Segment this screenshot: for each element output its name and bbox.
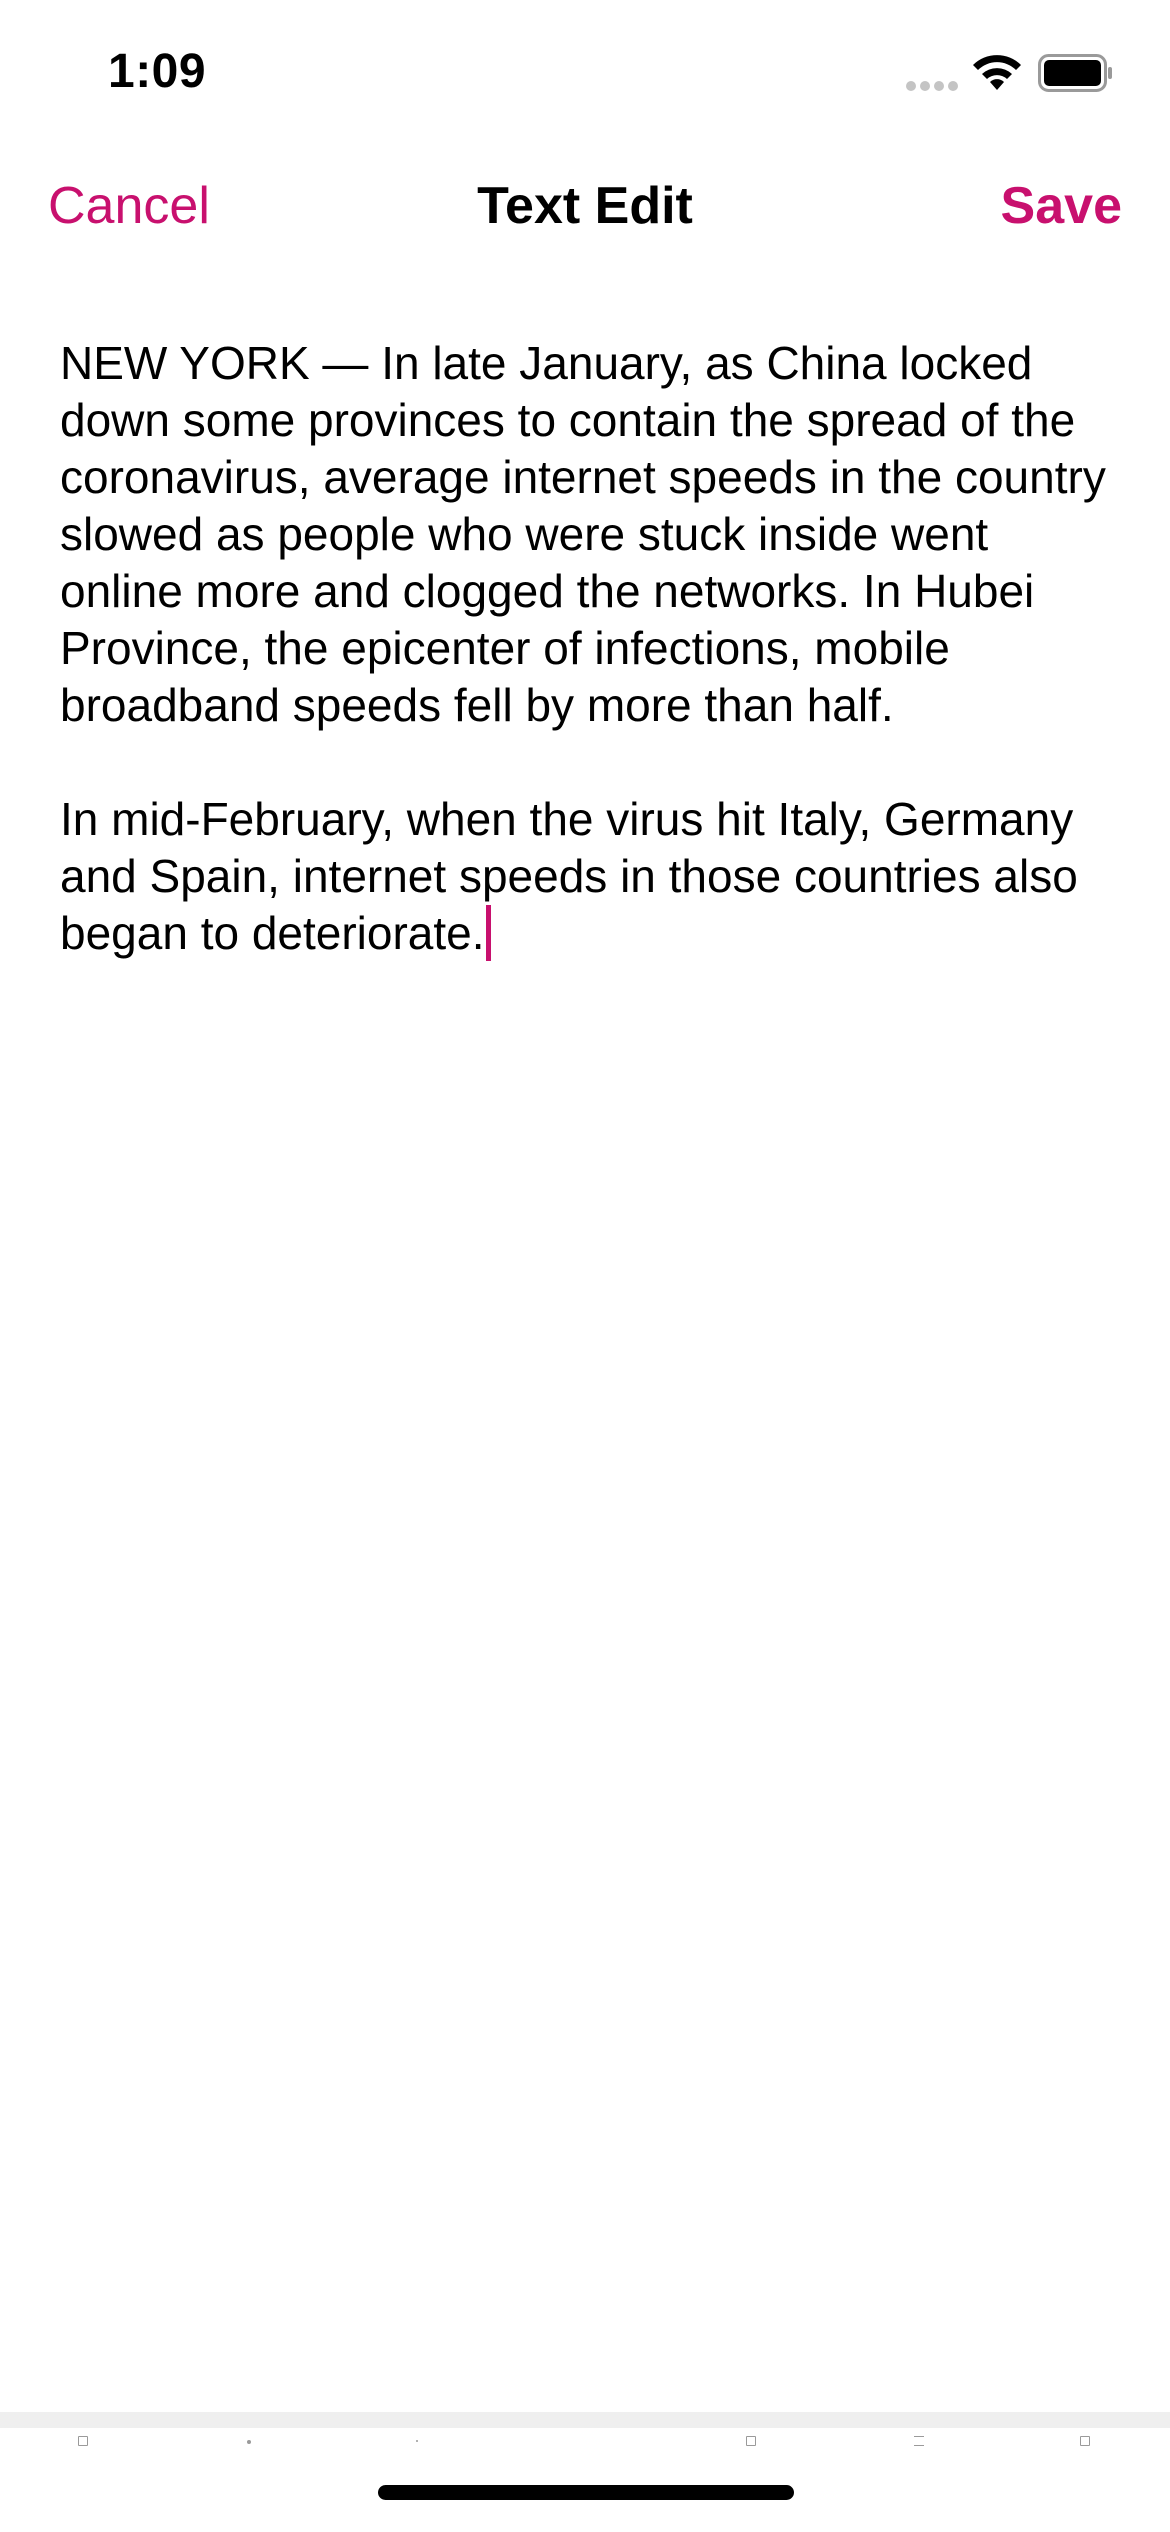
wifi-icon bbox=[973, 55, 1021, 90]
status-bar: 1:09 bbox=[0, 0, 1170, 150]
image-icon[interactable] bbox=[78, 2436, 88, 2446]
editor-paragraph-text: In mid-February, when the virus hit Ital… bbox=[60, 793, 1078, 959]
battery-icon bbox=[1038, 54, 1112, 92]
text-editor[interactable]: NEW YORK — In late January, as China loc… bbox=[60, 335, 1120, 962]
dot-icon[interactable] bbox=[416, 2440, 418, 2442]
keyboard-toolbar-strip bbox=[0, 2412, 1170, 2428]
text-cursor bbox=[485, 905, 491, 961]
dot-icon[interactable] bbox=[247, 2440, 251, 2444]
editor-paragraph: In mid-February, when the virus hit Ital… bbox=[60, 791, 1120, 962]
cancel-button[interactable]: Cancel bbox=[48, 176, 210, 236]
cellular-signal-icon bbox=[906, 81, 958, 91]
navigation-bar: Text Edit Cancel Save bbox=[0, 150, 1170, 265]
home-indicator[interactable] bbox=[378, 2485, 794, 2500]
image-icon[interactable] bbox=[1080, 2436, 1090, 2446]
editor-paragraph: NEW YORK — In late January, as China loc… bbox=[60, 337, 1106, 731]
text-edit-screen: 1:09 Text Edit Cancel Save NEW YORK — In… bbox=[0, 0, 1170, 2532]
box-icon[interactable] bbox=[746, 2436, 756, 2446]
save-button[interactable]: Save bbox=[1001, 176, 1122, 236]
align-center-icon[interactable] bbox=[914, 2436, 924, 2446]
status-time: 1:09 bbox=[108, 45, 207, 98]
